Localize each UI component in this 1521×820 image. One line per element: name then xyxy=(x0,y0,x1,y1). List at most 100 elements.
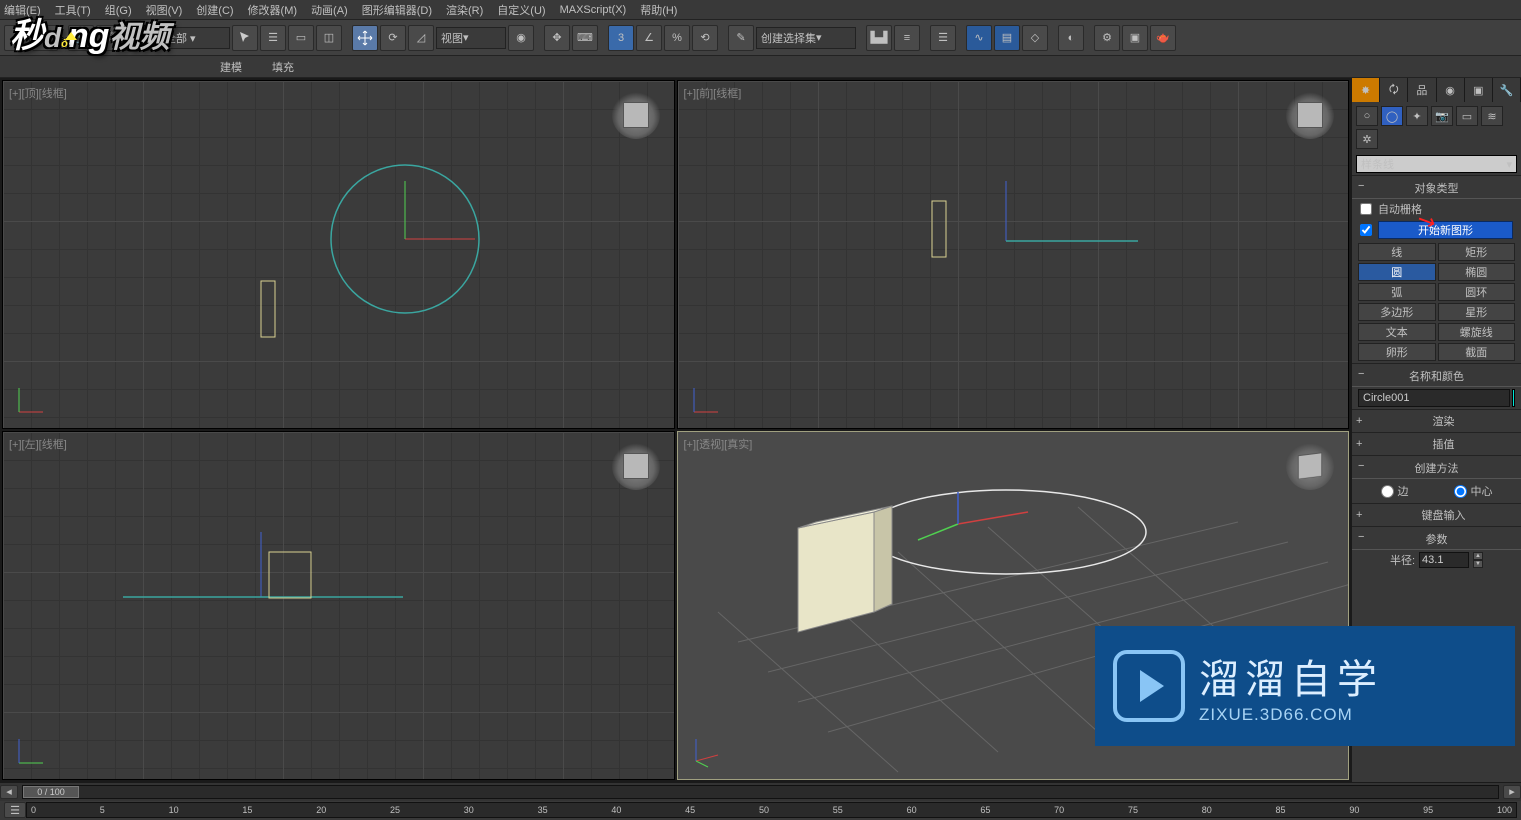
render-setup-icon[interactable]: ⚙ xyxy=(1094,25,1120,51)
percent-snap-icon[interactable]: % xyxy=(664,25,690,51)
material-icon[interactable]: ◐ xyxy=(1058,25,1084,51)
menu-customize[interactable]: 自定义(U) xyxy=(497,2,545,18)
rollout-render[interactable]: +渲染 xyxy=(1352,409,1521,432)
manipulate-icon[interactable]: ✥ xyxy=(544,25,570,51)
spinner-down-icon[interactable]: ▼ xyxy=(1473,560,1483,568)
shape-text-button[interactable]: 文本 xyxy=(1358,323,1436,341)
mirror-icon[interactable]: ▙▟ xyxy=(866,25,892,51)
menu-help[interactable]: 帮助(H) xyxy=(640,2,677,18)
rollout-interp[interactable]: +插值 xyxy=(1352,432,1521,455)
select-move-icon[interactable] xyxy=(352,25,378,51)
window-crossing-icon[interactable]: ◫ xyxy=(316,25,342,51)
shape-ngon-button[interactable]: 多边形 xyxy=(1358,303,1436,321)
select-region-icon[interactable]: ▭ xyxy=(288,25,314,51)
schematic-icon[interactable]: ◇ xyxy=(1022,25,1048,51)
menu-modifiers[interactable]: 修改器(M) xyxy=(248,2,298,18)
align-icon[interactable]: ≡ xyxy=(894,25,920,51)
radius-label: 半径: xyxy=(1390,552,1415,568)
object-name-input[interactable] xyxy=(1358,389,1510,407)
snap-toggle-icon[interactable]: 3 xyxy=(608,25,634,51)
viewport-left[interactable]: [+][左][线框] xyxy=(2,431,675,780)
timeslider-prev-icon[interactable]: ◂ xyxy=(0,785,18,799)
main-toolbar: 🔗 ⛓ ✦ 全部 ▾ ☰ ▭ ◫ ⟳ ◿ 视图 ▾ ◉ ✥ ⌨ 3 ∠ % ⟲ … xyxy=(0,20,1521,56)
subtab-shapes-icon[interactable]: ◯ xyxy=(1381,106,1403,126)
select-icon[interactable] xyxy=(232,25,258,51)
shape-arc-button[interactable]: 弧 xyxy=(1358,283,1436,301)
menu-create[interactable]: 创建(C) xyxy=(196,2,233,18)
rollout-create-method[interactable]: 创建方法 xyxy=(1352,455,1521,479)
selection-filter-dropdown[interactable]: 全部 ▾ xyxy=(160,27,230,49)
radius-input[interactable] xyxy=(1419,552,1469,568)
viewport-label: [+][前][线框] xyxy=(684,85,742,101)
select-rotate-icon[interactable]: ⟳ xyxy=(380,25,406,51)
dope-sheet-icon[interactable]: ▤ xyxy=(994,25,1020,51)
menu-rendering[interactable]: 渲染(R) xyxy=(446,2,483,18)
subtab-spacewarps-icon[interactable]: ≋ xyxy=(1481,106,1503,126)
select-scale-icon[interactable]: ◿ xyxy=(408,25,434,51)
shape-star-button[interactable]: 星形 xyxy=(1438,303,1516,321)
ribbon-row: 建模 填充 xyxy=(0,56,1521,78)
rollout-keyboard[interactable]: +键盘输入 xyxy=(1352,503,1521,526)
shape-line-button[interactable]: 线 xyxy=(1358,243,1436,261)
radio-edge[interactable]: 边 xyxy=(1381,483,1409,499)
time-slider[interactable]: 0 / 100 xyxy=(22,785,1499,799)
pivot-icon[interactable]: ◉ xyxy=(508,25,534,51)
bottom-bar: ◂ 0 / 100 ▸ ☰ 05101520253035404550556065… xyxy=(0,782,1521,820)
subtab-cameras-icon[interactable]: 📷 xyxy=(1431,106,1453,126)
shape-donut-button[interactable]: 圆环 xyxy=(1438,283,1516,301)
subtab-lights-icon[interactable]: ✦ xyxy=(1406,106,1428,126)
layers-icon[interactable]: ☰ xyxy=(930,25,956,51)
box-object xyxy=(798,506,892,632)
named-selset-dropdown[interactable]: 创建选择集 ▾ xyxy=(756,27,856,49)
video-logo-overlay: 秒dòng视频 xyxy=(10,8,169,57)
viewport-top[interactable]: [+][顶][线框] xyxy=(2,80,675,429)
subtab-geometry-icon[interactable]: ○ xyxy=(1356,106,1378,126)
create-category-tabs: ○ ◯ ✦ 📷 ▭ ≋ ✲ xyxy=(1352,102,1521,153)
tab-hierarchy-icon[interactable]: 品 xyxy=(1408,78,1436,102)
subtab-helpers-icon[interactable]: ▭ xyxy=(1456,106,1478,126)
category-dropdown[interactable]: 样条线▾ xyxy=(1356,155,1517,173)
autogrid-checkbox[interactable]: 自动栅格 xyxy=(1352,199,1521,219)
viewport-front[interactable]: [+][前][线框] xyxy=(677,80,1350,429)
time-ruler[interactable]: 0510152025303540455055606570758085909510… xyxy=(26,802,1517,818)
watermark-title: 溜溜自学 xyxy=(1199,647,1383,705)
shape-egg-button[interactable]: 卵形 xyxy=(1358,343,1436,361)
render-icon[interactable]: 🫖 xyxy=(1150,25,1176,51)
edit-selset-icon[interactable]: ✎ xyxy=(728,25,754,51)
rollout-name-color[interactable]: 名称和颜色 xyxy=(1352,363,1521,387)
select-name-icon[interactable]: ☰ xyxy=(260,25,286,51)
subtab-systems-icon[interactable]: ✲ xyxy=(1356,129,1378,149)
menu-bar: 编辑(E) 工具(T) 组(G) 视图(V) 创建(C) 修改器(M) 动画(A… xyxy=(0,0,1521,20)
render-frame-icon[interactable]: ▣ xyxy=(1122,25,1148,51)
tab-motion-icon[interactable]: ◉ xyxy=(1437,78,1465,102)
angle-snap-icon[interactable]: ∠ xyxy=(636,25,662,51)
panel-main-tabs: ✸ 🗘 品 ◉ ▣ 🔧 xyxy=(1352,78,1521,102)
menu-maxscript[interactable]: MAXScript(X) xyxy=(560,4,627,16)
shape-section-button[interactable]: 截面 xyxy=(1438,343,1516,361)
tab-create-icon[interactable]: ✸ xyxy=(1352,78,1380,102)
rollout-object-type[interactable]: 对象类型 xyxy=(1352,175,1521,199)
shape-helix-button[interactable]: 螺旋线 xyxy=(1438,323,1516,341)
spinner-snap-icon[interactable]: ⟲ xyxy=(692,25,718,51)
shape-ellipse-button[interactable]: 椭圆 xyxy=(1438,263,1516,281)
shape-circle-button[interactable]: 圆 xyxy=(1358,263,1436,281)
ribbon-modeling[interactable]: 建模 xyxy=(220,59,242,75)
shape-rectangle-button[interactable]: 矩形 xyxy=(1438,243,1516,261)
object-color-swatch[interactable] xyxy=(1512,389,1515,407)
viewport-label: [+][透视][真实] xyxy=(684,436,753,452)
timeslider-next-icon[interactable]: ▸ xyxy=(1503,785,1521,799)
spinner-up-icon[interactable]: ▲ xyxy=(1473,552,1483,560)
menu-animation[interactable]: 动画(A) xyxy=(311,2,348,18)
curve-editor-icon[interactable]: ∿ xyxy=(966,25,992,51)
rollout-parameters[interactable]: 参数 xyxy=(1352,526,1521,550)
tab-utilities-icon[interactable]: 🔧 xyxy=(1493,78,1521,102)
tab-display-icon[interactable]: ▣ xyxy=(1465,78,1493,102)
radio-center[interactable]: 中心 xyxy=(1454,483,1493,499)
trackbar-toggle-icon[interactable]: ☰ xyxy=(4,802,26,818)
tab-modify-icon[interactable]: 🗘 xyxy=(1380,78,1408,102)
viewport-label: [+][顶][线框] xyxy=(9,85,67,101)
menu-grapheditors[interactable]: 图形编辑器(D) xyxy=(362,2,432,18)
ribbon-fill[interactable]: 填充 xyxy=(272,59,294,75)
refcoord-dropdown[interactable]: 视图 ▾ xyxy=(436,27,506,49)
keyboard-icon[interactable]: ⌨ xyxy=(572,25,598,51)
